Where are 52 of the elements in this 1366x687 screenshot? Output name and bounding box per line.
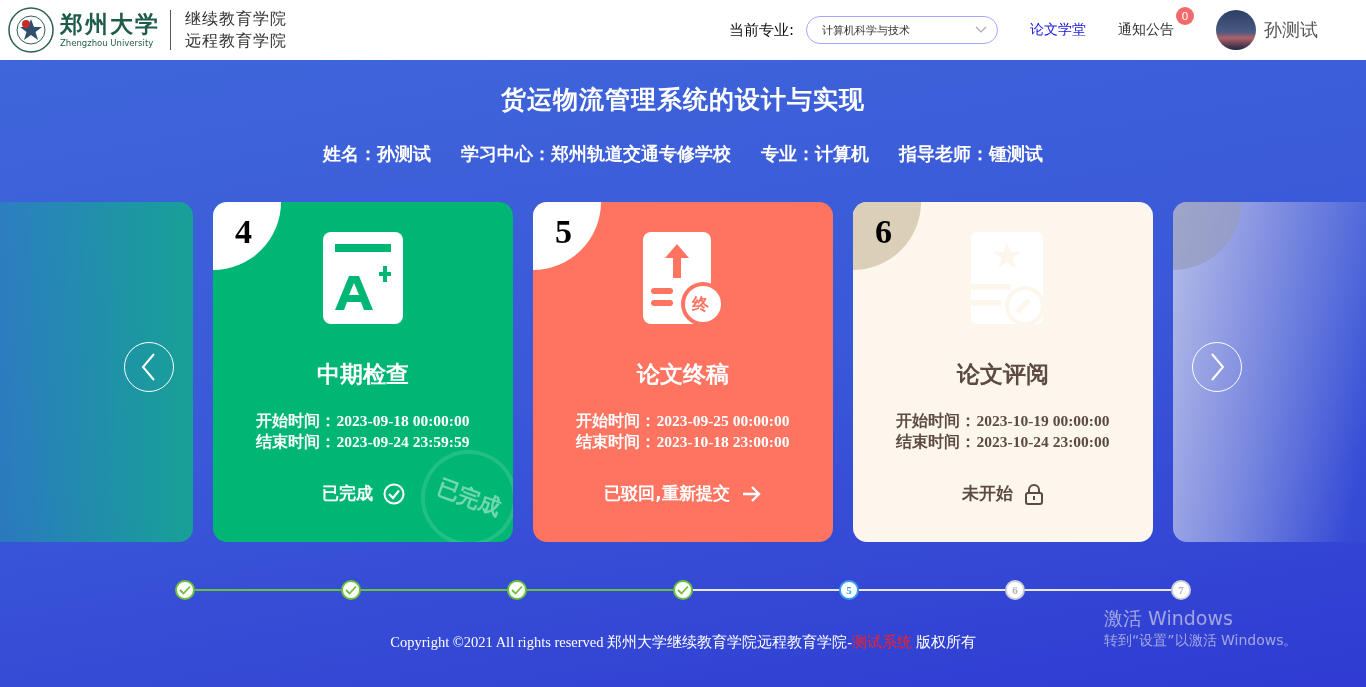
stage-number: 6 [875, 212, 892, 252]
nav-link[interactable]: 论文学堂 [1030, 21, 1086, 39]
info-item: 姓名：孙测试 [323, 142, 431, 166]
check-icon [677, 585, 689, 595]
school-name: 远程教育学院 [185, 30, 287, 52]
stage-status: 未开始 [961, 482, 1013, 505]
activation-text: 转到“设置”以激活 Windows。 [1104, 631, 1298, 650]
copyright-text: Copyright ©2021 All rights reserved 郑州大学继续教育学院远程教育学院-测试系统 版权所有 [390, 633, 976, 652]
check-circle-icon [382, 482, 405, 505]
lock-icon [1022, 482, 1045, 505]
icon-badge-text: 终 [692, 294, 709, 314]
logo-title: 郑州大学 [60, 12, 160, 38]
upload-document-icon [643, 232, 723, 324]
stage-card[interactable]: 4 已完成 中期检查 开始时间：2023-09-18 00:00:00 结束时间：2023-09-24 23:59:59 已完成 [213, 202, 513, 542]
step-indicator: 7 [1171, 580, 1191, 600]
nav-link[interactable]: 通知公告 [1118, 21, 1174, 39]
info-item: 指导老师：锺测试 [899, 142, 1043, 166]
stage-title: 中期检查 [317, 360, 409, 389]
stage-card[interactable]: 5 终 论文终稿 开始时间：2023-09-25 00:00:00 结束时间：2023-10-18 23:00:00 已驳回,重新提交 [533, 202, 833, 542]
step-indicator: 6 [1005, 580, 1025, 600]
logo-subtitle: Zhengzhou University [60, 38, 154, 48]
next-button[interactable] [1192, 342, 1242, 392]
activation-title: 激活 Windows [1104, 606, 1234, 630]
page-title: 货运物流管理系统的设计与实现 [501, 84, 865, 116]
stage-number: 5 [555, 212, 572, 252]
user-avatar[interactable] [1216, 10, 1256, 50]
stage-status: 已完成 [321, 482, 373, 505]
notification-badge: 0 [1176, 7, 1194, 25]
end-time: 结束时间：2023-09-24 23:59:59 [256, 432, 470, 452]
check-icon [511, 585, 523, 595]
user-name: 孙测试 [1264, 18, 1318, 42]
start-time: 开始时间：2023-09-25 00:00:00 [576, 411, 790, 431]
stage-title: 论文评阅 [957, 360, 1049, 389]
info-item: 学习中心：郑州轨道交通专修学校 [461, 142, 731, 166]
step-indicator: 5 [839, 580, 859, 600]
stage-status: 已驳回,重新提交 [604, 482, 730, 505]
major-label: 当前专业: [728, 20, 794, 40]
stage-title: 论文终稿 [637, 360, 729, 389]
start-time: 开始时间：2023-10-19 00:00:00 [896, 411, 1110, 431]
university-emblem-icon [8, 7, 54, 53]
previous-button[interactable] [124, 342, 174, 392]
start-time: 开始时间：2023-09-18 00:00:00 [256, 411, 470, 431]
end-time: 结束时间：2023-10-18 23:00:00 [576, 432, 790, 452]
school-name: 继续教育学院 [185, 8, 287, 30]
check-icon [179, 585, 191, 595]
stage-number: 4 [235, 212, 252, 252]
info-item: 专业：计算机 [761, 142, 869, 166]
stage-card[interactable]: 6 论文评阅 开始时间：2023-10-19 00:00:00 结束时间：2023-10-24 23:00:00 未开始 [853, 202, 1153, 542]
chevron-down-icon [975, 26, 987, 34]
end-time: 结束时间：2023-10-24 23:00:00 [896, 432, 1110, 452]
check-icon [345, 585, 357, 595]
grade-document-icon [323, 232, 403, 324]
